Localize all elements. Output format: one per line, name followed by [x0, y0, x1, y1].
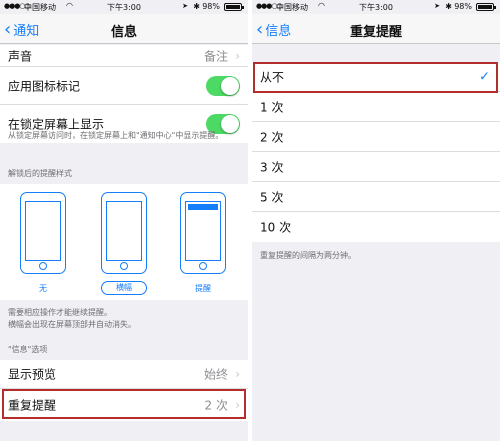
phone-screen: [185, 201, 221, 261]
option-label: 从不: [260, 70, 285, 84]
phone-screen: [106, 201, 142, 261]
navigation-bar: ‹ 信息 重复提醒: [252, 14, 500, 44]
back-button-label: 信息: [265, 24, 292, 39]
badge-app-icon-row: 应用图标标记: [0, 67, 248, 105]
chevron-right-icon: ›: [235, 367, 240, 381]
repeat-alerts-label: 重复提醒: [8, 398, 57, 413]
style-alert-label: 提醒: [195, 284, 211, 293]
option-label: 5 次: [260, 190, 284, 204]
style-note-line-1: 需要相应操作才能继续提醒。: [8, 308, 112, 317]
home-button-icon: [199, 262, 207, 270]
back-button-label: 通知: [13, 24, 40, 39]
option-three-times-row[interactable]: 3 次: [252, 152, 500, 182]
option-label: 10 次: [260, 220, 292, 235]
show-preview-row[interactable]: 显示预览 始终 ›: [0, 360, 248, 389]
style-banner-option[interactable]: [101, 192, 147, 274]
options-section-header: "信息"选项: [8, 345, 48, 354]
status-bar: ●●●○○ 中国移动 ◠ 下午3:00 ➤ ✱ 98%: [252, 0, 500, 14]
chevron-right-icon: ›: [235, 398, 240, 412]
style-none-label: 无: [39, 284, 47, 293]
option-ten-times-row[interactable]: 10 次: [252, 212, 500, 242]
settings-group-top: 声音 备注 › 应用图标标记 在锁定屏幕上显示: [0, 45, 248, 143]
battery-icon: [224, 3, 244, 11]
checkmark-icon: ✓: [479, 69, 490, 84]
badge-app-icon-label: 应用图标标记: [8, 79, 81, 93]
status-bar: ●●●○○ 中国移动 ◠ 下午3:00 ➤ ✱ 98%: [0, 0, 248, 14]
style-none-option[interactable]: [20, 192, 66, 274]
option-twice-row[interactable]: 2 次: [252, 122, 500, 152]
lock-screen-note: 从锁定屏幕访问时，在锁定屏幕上和"通知中心"中显示提醒。: [8, 131, 224, 140]
repeat-options-list: 从不 ✓ 1 次 2 次 3 次 5 次 10 次: [252, 62, 500, 242]
repeat-interval-footer: 重复提醒的间隔为两分钟。: [260, 251, 356, 260]
battery-percent: 98%: [454, 2, 472, 11]
style-note-line-2: 横幅会出现在屏幕顶部并自动消失。: [8, 320, 136, 329]
bluetooth-icon: ✱: [445, 2, 452, 11]
option-once-row[interactable]: 1 次: [252, 92, 500, 122]
option-label: 3 次: [260, 160, 284, 174]
alert-style-header: 解锁后的提醒样式: [8, 169, 72, 178]
alert-style-picker: 无 横幅 提醒: [0, 184, 248, 300]
show-preview-value: 始终: [203, 367, 228, 382]
toggle-knob: [221, 76, 239, 95]
navigation-bar: ‹ 通知 信息: [0, 14, 248, 44]
sound-value: 备注: [203, 49, 228, 63]
style-banner-label[interactable]: 横幅: [101, 281, 147, 295]
chevron-left-icon: ‹: [256, 18, 264, 40]
location-icon: ➤: [182, 2, 188, 10]
option-label: 1 次: [260, 100, 284, 114]
phone-screen: [25, 201, 61, 261]
chevron-left-icon: ‹: [4, 18, 12, 40]
option-five-times-row[interactable]: 5 次: [252, 182, 500, 212]
repeat-alerts-value: 2 次: [204, 398, 228, 413]
home-button-icon: [39, 262, 47, 270]
repeat-alerts-screen: ●●●○○ 中国移动 ◠ 下午3:00 ➤ ✱ 98% ‹ 信息 重复提醒 从不…: [252, 0, 500, 441]
sound-label: 声音: [8, 49, 33, 63]
messages-options-group: 显示预览 始终 › 重复提醒 2 次 ›: [0, 360, 248, 421]
sound-row[interactable]: 声音 备注 ›: [0, 45, 248, 67]
option-never-row[interactable]: 从不 ✓: [252, 62, 500, 92]
location-icon: ➤: [434, 2, 440, 10]
show-preview-label: 显示预览: [8, 367, 57, 382]
chevron-right-icon: ›: [235, 48, 240, 63]
badge-app-icon-toggle[interactable]: [206, 75, 240, 96]
style-alert-option[interactable]: [180, 192, 226, 274]
battery-icon: [476, 3, 496, 11]
home-button-icon: [120, 262, 128, 270]
option-label: 2 次: [260, 130, 284, 144]
notification-settings-screen: ●●●○○ 中国移动 ◠ 下午3:00 ➤ ✱ 98% ‹ 通知 信息 声音 备…: [0, 0, 248, 441]
repeat-alerts-row[interactable]: 重复提醒 2 次 ›: [0, 389, 248, 421]
back-button[interactable]: ‹ 通知: [4, 20, 39, 39]
bluetooth-icon: ✱: [193, 2, 200, 11]
back-button[interactable]: ‹ 信息: [256, 20, 291, 39]
battery-percent: 98%: [202, 2, 220, 11]
alert-banner-preview: [188, 204, 218, 210]
